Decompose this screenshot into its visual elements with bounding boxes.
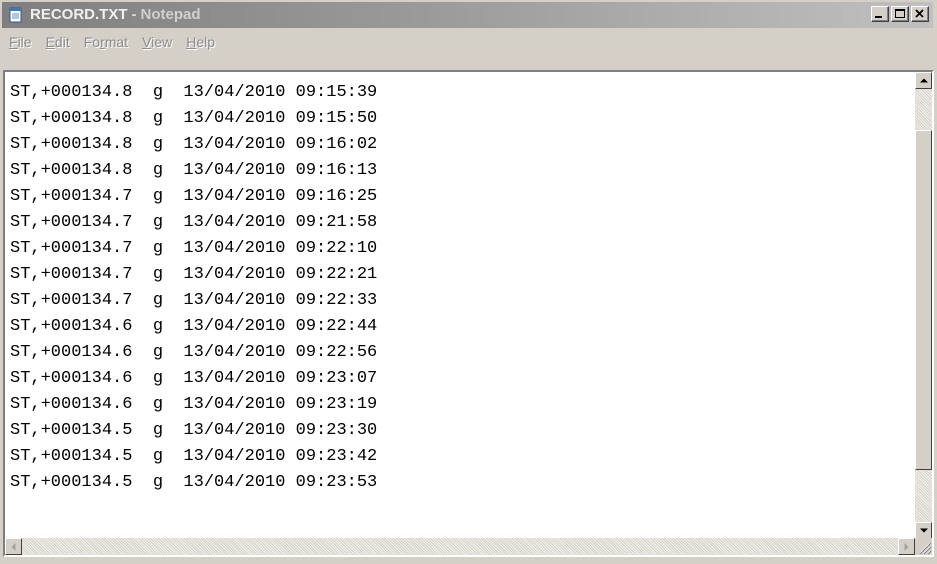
resize-grip-icon bbox=[919, 542, 932, 555]
text-editor[interactable]: ST,+000134.8 g 13/04/2010 09:15:39 ST,+0… bbox=[5, 72, 915, 539]
text-line: ST,+000134.6 g 13/04/2010 09:23:19 bbox=[10, 395, 378, 414]
horizontal-scrollbar[interactable] bbox=[5, 538, 915, 555]
window-controls bbox=[871, 6, 929, 24]
minimize-icon bbox=[875, 16, 882, 18]
title-app-name: Notepad bbox=[140, 6, 201, 23]
vertical-scrollbar[interactable] bbox=[915, 72, 932, 539]
text-line: ST,+000134.8 g 13/04/2010 09:16:13 bbox=[10, 161, 378, 180]
menu-bar: File Edit Format View Help bbox=[2, 30, 933, 54]
edit-area-frame: ST,+000134.8 g 13/04/2010 09:15:39 ST,+0… bbox=[3, 70, 934, 557]
maximize-icon bbox=[895, 9, 905, 18]
text-line: ST,+000134.5 g 13/04/2010 09:23:42 bbox=[10, 447, 378, 466]
menu-edit-label: dit bbox=[54, 34, 70, 50]
text-line: ST,+000134.8 g 13/04/2010 09:15:39 bbox=[10, 83, 378, 102]
menu-help-accel: H bbox=[186, 34, 197, 50]
maximize-button[interactable] bbox=[891, 6, 909, 22]
notepad-window: RECORD.TXT - Notepad File Edit Format View… bbox=[0, 0, 937, 564]
scroll-up-button[interactable] bbox=[915, 72, 932, 89]
menu-help[interactable]: Help bbox=[179, 34, 222, 50]
arrow-left-icon bbox=[11, 543, 16, 551]
scroll-left-button[interactable] bbox=[5, 538, 22, 555]
scroll-right-button[interactable] bbox=[898, 538, 915, 555]
menu-format[interactable]: Format bbox=[77, 34, 135, 50]
text-line: ST,+000134.7 g 13/04/2010 09:22:10 bbox=[10, 239, 378, 258]
text-line: ST,+000134.6 g 13/04/2010 09:23:07 bbox=[10, 369, 378, 388]
text-line: ST,+000134.8 g 13/04/2010 09:15:50 bbox=[10, 109, 378, 128]
window-title: RECORD.TXT - Notepad bbox=[30, 6, 201, 23]
text-line: ST,+000134.7 g 13/04/2010 09:16:25 bbox=[10, 187, 378, 206]
menu-file-accel: F bbox=[9, 34, 18, 50]
close-button[interactable] bbox=[911, 6, 929, 22]
arrow-right-icon bbox=[904, 543, 909, 551]
text-line: ST,+000134.6 g 13/04/2010 09:22:44 bbox=[10, 317, 378, 336]
vertical-scroll-thumb[interactable] bbox=[915, 130, 932, 470]
text-line: ST,+000134.8 g 13/04/2010 09:16:02 bbox=[10, 135, 378, 154]
close-icon bbox=[915, 9, 924, 18]
title-file-name: RECORD.TXT bbox=[30, 6, 128, 23]
title-bar[interactable]: RECORD.TXT - Notepad bbox=[2, 2, 933, 28]
text-line: ST,+000134.7 g 13/04/2010 09:22:21 bbox=[10, 265, 378, 284]
minimize-button[interactable] bbox=[871, 6, 889, 22]
menu-format-label: mat bbox=[104, 34, 129, 50]
text-line: ST,+000134.5 g 13/04/2010 09:23:30 bbox=[10, 421, 378, 440]
size-grip[interactable] bbox=[915, 538, 932, 555]
text-line: ST,+000134.7 g 13/04/2010 09:21:58 bbox=[10, 213, 378, 232]
menu-file[interactable]: File bbox=[2, 34, 39, 50]
menu-view-label: iew bbox=[151, 34, 173, 50]
menu-edit[interactable]: Edit bbox=[39, 34, 77, 50]
menu-format-prefix: Fo bbox=[83, 34, 101, 50]
arrow-down-icon bbox=[920, 528, 928, 533]
arrow-up-icon bbox=[920, 78, 928, 83]
document-lines: ST,+000134.8 g 13/04/2010 09:15:39 ST,+0… bbox=[10, 80, 377, 496]
title-separator: - bbox=[131, 6, 137, 23]
menu-view[interactable]: View bbox=[135, 34, 179, 50]
menu-help-label: elp bbox=[196, 34, 215, 50]
scroll-down-button[interactable] bbox=[915, 522, 932, 539]
text-line: ST,+000134.6 g 13/04/2010 09:22:56 bbox=[10, 343, 378, 362]
text-line: ST,+000134.5 g 13/04/2010 09:23:53 bbox=[10, 473, 378, 492]
menu-edit-accel: E bbox=[45, 34, 55, 50]
menu-view-accel: V bbox=[142, 34, 152, 50]
notepad-icon bbox=[9, 7, 22, 23]
text-line: ST,+000134.7 g 13/04/2010 09:22:33 bbox=[10, 291, 378, 310]
menu-file-label: ile bbox=[17, 34, 32, 50]
